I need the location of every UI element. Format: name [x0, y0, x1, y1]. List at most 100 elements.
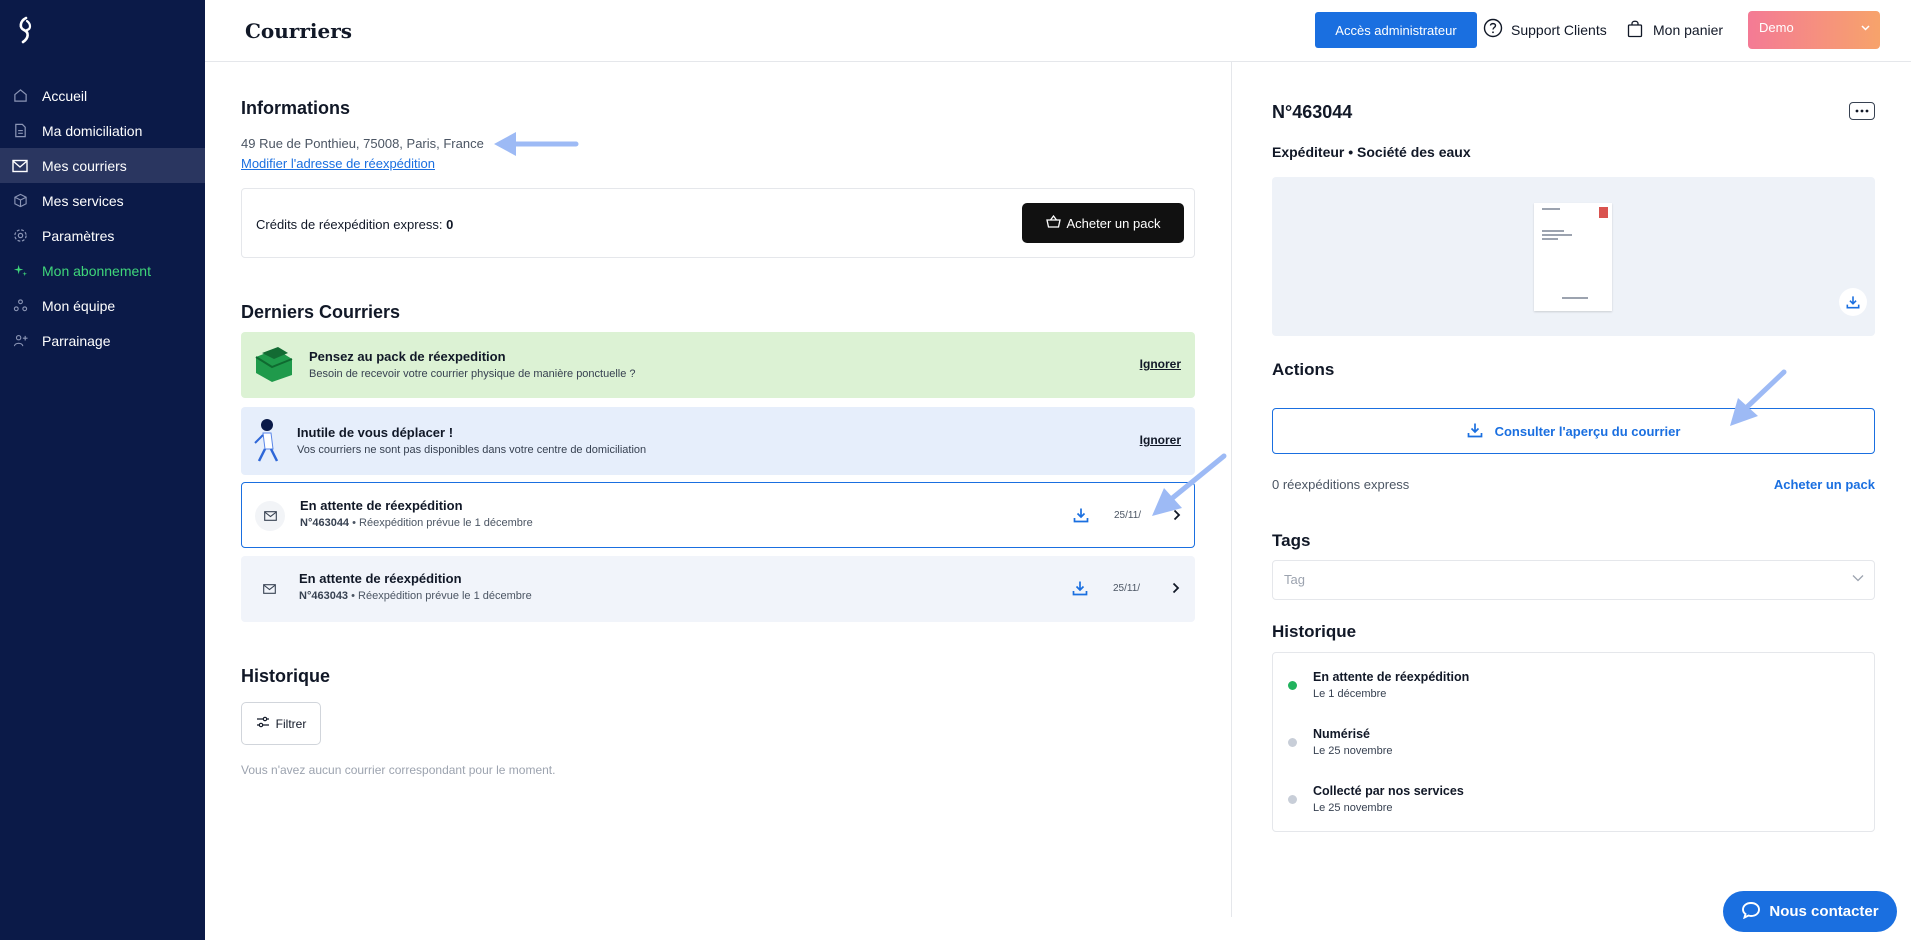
filter-button[interactable]: Filtrer: [241, 702, 321, 745]
account-dropdown[interactable]: Demo: [1748, 11, 1880, 49]
contact-us-button[interactable]: Nous contacter: [1723, 891, 1897, 932]
detail-mail-number: N°463044: [1272, 102, 1353, 122]
basket-icon: [1045, 214, 1061, 231]
ignore-button[interactable]: Ignorer: [1140, 357, 1181, 371]
mail-meta: N°463044 • Réexpédition prévue le 1 déce…: [300, 517, 533, 529]
timeline-title: Collecté par nos services: [1313, 784, 1464, 798]
mail-detail-panel: N°463044 Expéditeur • Société des eaux A…: [1232, 62, 1911, 940]
annotation-arrow-preview: [1730, 369, 1787, 426]
sidebar-item-label: Mes services: [42, 192, 124, 209]
sliders-icon: [256, 716, 270, 731]
sidebar-item-mes-courriers[interactable]: Mes courriers: [0, 148, 205, 183]
empty-history-text: Vous n'avez aucun courrier correspondant…: [241, 763, 556, 777]
express-count: 0 réexpéditions express: [1272, 477, 1410, 492]
chevron-down-icon: [1852, 575, 1864, 582]
sidebar-nav: Accueil Ma domiciliation Mes courriers M…: [0, 78, 205, 358]
credits-text: Crédits de réexpédition express: 0: [256, 217, 453, 232]
ellipsis-icon: [1855, 109, 1869, 113]
section-title-tags: Tags: [1272, 531, 1311, 550]
mail-meta: N°463043 • Réexpédition prévue le 1 déce…: [299, 590, 532, 602]
more-options-button[interactable]: [1849, 102, 1875, 120]
sender-label: Expéditeur • Société des eaux: [1272, 144, 1471, 160]
thumbnail-line: [1542, 230, 1564, 232]
mail-status: En attente de réexpédition: [299, 571, 462, 586]
forwarding-address: 49 Rue de Ponthieu, 75008, Paris, France: [241, 136, 484, 151]
thumbnail-line: [1542, 238, 1558, 240]
top-header: Courriers Accès administrateur Support C…: [205, 0, 1911, 62]
thumbnail-line: [1542, 234, 1572, 236]
modify-address-link[interactable]: Modifier l'adresse de réexpédition: [241, 156, 435, 171]
sidebar-item-accueil[interactable]: Accueil: [0, 78, 205, 113]
mail-number: N°463044: [300, 517, 350, 529]
stamp-icon: [1599, 207, 1608, 218]
download-icon[interactable]: [1073, 507, 1089, 523]
mail-icon: [255, 501, 285, 531]
download-icon: [1846, 296, 1860, 309]
home-icon: [12, 88, 28, 104]
mail-row-selected[interactable]: En attente de réexpédition N°463044 • Ré…: [241, 482, 1195, 548]
mail-preview[interactable]: [1272, 177, 1875, 336]
person-walking-illustration-icon: [254, 419, 279, 462]
credits-box: Crédits de réexpédition express: 0 Achet…: [241, 188, 1195, 258]
status-timeline: En attente de réexpédition Le 1 décembre…: [1272, 652, 1875, 832]
main-content: Informations 49 Rue de Ponthieu, 75008, …: [205, 62, 1232, 940]
shopping-bag-icon: [1627, 19, 1643, 41]
mail-date: 25/11/: [1114, 510, 1142, 521]
sidebar-item-mon-equipe[interactable]: Mon équipe: [0, 288, 205, 323]
thumbnail-line: [1562, 297, 1588, 299]
promo-banner-reexpedition: Pensez au pack de réexpedition Besoin de…: [241, 332, 1195, 398]
sidebar-item-parametres[interactable]: Paramètres: [0, 218, 205, 253]
sidebar-item-parrainage[interactable]: Parrainage: [0, 323, 205, 358]
cart-label: Mon panier: [1653, 22, 1724, 38]
timeline-title: Numérisé: [1313, 727, 1370, 741]
timeline-date: Le 25 novembre: [1313, 802, 1393, 814]
envelope-illustration-icon: [255, 347, 293, 382]
box-icon: [12, 193, 28, 209]
sidebar-item-mon-abonnement[interactable]: Mon abonnement: [0, 253, 205, 288]
tag-input[interactable]: [1284, 572, 1784, 587]
admin-access-button[interactable]: Accès administrateur: [1315, 12, 1477, 48]
brand-logo-icon[interactable]: [14, 16, 36, 44]
info-banner-no-travel: Inutile de vous déplacer ! Vos courriers…: [241, 407, 1195, 475]
buy-pack-link[interactable]: Acheter un pack: [1774, 477, 1875, 492]
credits-label: Crédits de réexpédition express:: [256, 217, 443, 232]
download-icon[interactable]: [1072, 580, 1088, 596]
mail-thumbnail[interactable]: [1534, 203, 1612, 311]
buy-pack-button[interactable]: Acheter un pack: [1022, 203, 1184, 243]
download-icon: [1467, 422, 1483, 441]
tag-select[interactable]: [1272, 560, 1875, 600]
referral-icon: [12, 333, 28, 349]
credits-value: 0: [446, 217, 454, 232]
cart-link[interactable]: Mon panier: [1627, 19, 1723, 41]
banner-subtitle: Besoin de recevoir votre courrier physiq…: [309, 368, 636, 380]
support-label: Support Clients: [1511, 21, 1607, 38]
banner-subtitle: Vos courriers ne sont pas disponibles da…: [297, 444, 647, 456]
timeline-date: Le 1 décembre: [1313, 688, 1387, 700]
mail-date: 25/11/: [1113, 583, 1141, 594]
sparkle-icon: [12, 263, 28, 279]
thumbnail-line: [1542, 208, 1560, 210]
view-preview-label: Consulter l'aperçu du courrier: [1494, 423, 1681, 439]
timeline-date: Le 25 novembre: [1313, 745, 1393, 757]
sidebar-item-mes-services[interactable]: Mes services: [0, 183, 205, 218]
support-link[interactable]: Support Clients: [1483, 18, 1607, 41]
sidebar-item-label: Mon équipe: [42, 297, 116, 314]
team-icon: [12, 298, 28, 314]
section-title-historique-detail: Historique: [1272, 622, 1357, 641]
chat-bubble-icon: [1741, 901, 1761, 923]
filter-label: Filtrer: [275, 716, 307, 731]
mail-number: N°463043: [299, 590, 349, 602]
chevron-down-icon: [1861, 25, 1870, 31]
preview-download-button[interactable]: [1839, 288, 1867, 316]
chevron-right-icon[interactable]: [1172, 582, 1180, 594]
sidebar-item-label: Mes courriers: [42, 157, 127, 174]
sidebar-item-ma-domiciliation[interactable]: Ma domiciliation: [0, 113, 205, 148]
mail-detail: Réexpédition prévue le 1 décembre: [359, 517, 533, 529]
gear-icon: [12, 228, 28, 244]
sidebar-item-label: Ma domiciliation: [42, 122, 143, 139]
mail-row[interactable]: En attente de réexpédition N°463043 • Ré…: [241, 556, 1195, 622]
mail-detail: Réexpédition prévue le 1 décembre: [358, 590, 532, 602]
contact-label: Nous contacter: [1769, 903, 1879, 920]
ignore-button[interactable]: Ignorer: [1140, 433, 1181, 447]
document-icon: [12, 123, 28, 139]
